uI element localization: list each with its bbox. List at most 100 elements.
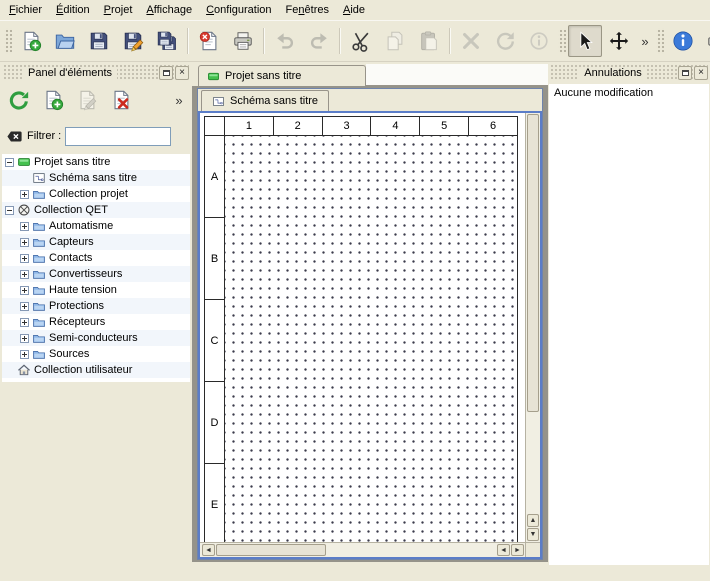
- filter-input[interactable]: [65, 127, 171, 146]
- printer-icon: [232, 30, 254, 52]
- float-undo-panel-button[interactable]: [678, 66, 692, 80]
- tree-item-haute-tension[interactable]: Haute tension: [2, 282, 190, 298]
- menu-affichage[interactable]: Affichage: [139, 0, 199, 20]
- panel-overflow-button[interactable]: »: [170, 85, 188, 115]
- toolbar-overflow-button[interactable]: »: [636, 26, 654, 56]
- edit-element-button: [72, 85, 102, 115]
- expand-icon[interactable]: [20, 238, 29, 247]
- ruler-column-3: 3: [323, 117, 372, 135]
- expand-icon[interactable]: [20, 334, 29, 343]
- collapse-icon[interactable]: [5, 158, 14, 167]
- ruler-row-e: E: [205, 464, 224, 542]
- folder-icon: [32, 235, 46, 249]
- print-button[interactable]: [226, 25, 260, 57]
- toolbar-grip[interactable]: [4, 28, 12, 54]
- folder-icon: [32, 315, 46, 329]
- tree-item-convertisseurs[interactable]: Convertisseurs: [2, 266, 190, 282]
- cut-button[interactable]: [344, 25, 378, 57]
- elements-panel-titlebar[interactable]: Panel d'éléments ×: [3, 65, 189, 81]
- new-project-button[interactable]: [14, 25, 48, 57]
- filter-row: Filtrer :: [2, 125, 190, 147]
- tree-item-recepteurs[interactable]: Récepteurs: [2, 314, 190, 330]
- float-panel-button[interactable]: [159, 66, 173, 80]
- vertical-scrollbar-thumb[interactable]: [527, 114, 539, 412]
- scroll-right-button[interactable]: ►: [511, 544, 524, 556]
- diagram-view: 123456 ABCDE ▲ ▼ ◄: [198, 111, 542, 559]
- menu-edition[interactable]: Édition: [49, 0, 97, 20]
- close-undo-panel-button[interactable]: ×: [694, 66, 708, 80]
- menu-aide[interactable]: Aide: [336, 0, 372, 20]
- delete-element-button[interactable]: [106, 85, 136, 115]
- tree-item-schema-sans-titre[interactable]: Schéma sans titre: [2, 170, 190, 186]
- clear-filter-button[interactable]: [6, 128, 23, 145]
- close-icon: ×: [698, 68, 704, 78]
- menu-projet[interactable]: Projet: [97, 0, 140, 20]
- expand-icon[interactable]: [20, 318, 29, 327]
- paste-icon: [418, 30, 440, 52]
- new-element-button[interactable]: [38, 85, 68, 115]
- copy-button: [378, 25, 412, 57]
- save-as-button[interactable]: [116, 25, 150, 57]
- elements-panel-toolbar: »: [2, 84, 190, 116]
- diagram-tabbar: Schéma sans titre: [198, 89, 542, 111]
- scroll-up-button[interactable]: ▲: [527, 514, 539, 527]
- tree-item-sources[interactable]: Sources: [2, 346, 190, 362]
- select-mode-button[interactable]: [568, 25, 602, 57]
- expand-icon[interactable]: [20, 270, 29, 279]
- horizontal-scrollbar[interactable]: ◄ ◄ ►: [200, 542, 525, 557]
- ruler-row-a: A: [205, 136, 224, 218]
- folder-icon: [32, 331, 46, 345]
- undo-history-list[interactable]: Aucune modification: [549, 84, 709, 565]
- reload-collections-button[interactable]: [4, 85, 34, 115]
- horizontal-scrollbar-track[interactable]: [326, 544, 496, 556]
- expand-icon[interactable]: [20, 254, 29, 263]
- expand-icon[interactable]: [20, 302, 29, 311]
- tree-item-projet-sans-titre[interactable]: Projet sans titre: [2, 154, 190, 170]
- close-panel-button[interactable]: ×: [175, 66, 189, 80]
- vertical-scrollbar-track[interactable]: [527, 412, 539, 513]
- tree-item-contacts[interactable]: Contacts: [2, 250, 190, 266]
- open-project-button[interactable]: [48, 25, 82, 57]
- toolbar-grip[interactable]: [558, 28, 566, 54]
- expand-icon[interactable]: [20, 286, 29, 295]
- tree-item-semi-conducteurs[interactable]: Semi-conducteurs: [2, 330, 190, 346]
- undo-button: [268, 25, 302, 57]
- save-all-button[interactable]: [150, 25, 184, 57]
- horizontal-scrollbar-thumb[interactable]: [216, 544, 326, 556]
- project-tab-label: Projet sans titre: [225, 70, 301, 82]
- grid-area[interactable]: [225, 136, 517, 542]
- filter-clear-icon: [6, 128, 23, 145]
- project-tab[interactable]: Projet sans titre: [198, 65, 366, 86]
- collapse-icon[interactable]: [5, 206, 14, 215]
- tree-item-collection-utilisateur[interactable]: Collection utilisateur: [2, 362, 190, 378]
- diagram-canvas[interactable]: 123456 ABCDE: [200, 113, 525, 542]
- scroll-left-button-secondary[interactable]: ◄: [497, 544, 510, 556]
- tree-item-protections[interactable]: Protections: [2, 298, 190, 314]
- close-file-button[interactable]: [192, 25, 226, 57]
- tree-item-automatisme[interactable]: Automatisme: [2, 218, 190, 234]
- ruler-row-c: C: [205, 300, 224, 382]
- menu-fenetres[interactable]: Fenêtres: [279, 0, 336, 20]
- diagram-tab[interactable]: Schéma sans titre: [201, 90, 329, 111]
- filter-label: Filtrer :: [27, 130, 61, 142]
- tree-item-collection-projet[interactable]: Collection projet: [2, 186, 190, 202]
- about-button[interactable]: [666, 25, 700, 57]
- menu-configuration[interactable]: Configuration: [199, 0, 278, 20]
- expand-icon[interactable]: [20, 350, 29, 359]
- expand-icon[interactable]: [20, 190, 29, 199]
- toolbar-grip[interactable]: [656, 28, 664, 54]
- clipped-edge-button[interactable]: [700, 25, 710, 57]
- tree-item-collection-qet[interactable]: Collection QET: [2, 202, 190, 218]
- pan-mode-button[interactable]: [602, 25, 636, 57]
- application-window: FichierÉditionProjetAffichageConfigurati…: [0, 0, 710, 581]
- scissors-icon: [350, 30, 372, 52]
- vertical-scrollbar[interactable]: ▲ ▼: [525, 113, 540, 542]
- ruler-column-2: 2: [274, 117, 323, 135]
- scroll-down-button[interactable]: ▼: [527, 528, 539, 541]
- scroll-left-button[interactable]: ◄: [202, 544, 215, 556]
- menu-fichier[interactable]: Fichier: [2, 0, 49, 20]
- undo-panel-titlebar[interactable]: Annulations ×: [550, 65, 708, 81]
- save-button[interactable]: [82, 25, 116, 57]
- tree-item-capteurs[interactable]: Capteurs: [2, 234, 190, 250]
- expand-icon[interactable]: [20, 222, 29, 231]
